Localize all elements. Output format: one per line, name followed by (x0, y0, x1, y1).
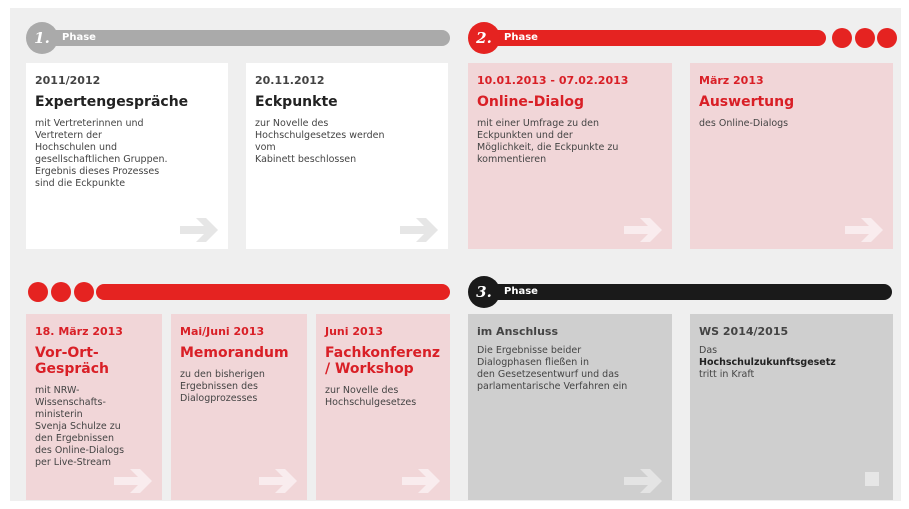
card-fachkonferenz: Juni 2013 Fachkonferenz / Workshop zur N… (316, 314, 450, 500)
phase-2-label: Phase (504, 32, 538, 43)
phase-2-dot (832, 28, 852, 48)
arrow-right-icon (402, 469, 440, 493)
card-text: mit NRW- Wissenschafts- ministerin Svenj… (35, 385, 125, 468)
card-title: Fachkonferenz / Workshop (325, 345, 441, 377)
card-memorandum: Mai/Juni 2013 Memorandum zu den bisherig… (171, 314, 307, 500)
card-date: WS 2014/2015 (699, 325, 789, 338)
phase-2-dot (855, 28, 875, 48)
card-text: des Online-Dialogs (699, 118, 789, 129)
end-square-icon (865, 472, 879, 486)
arrow-right-icon (180, 218, 218, 242)
card-text-after: tritt in Kraft (699, 369, 755, 380)
continuation-dot (51, 282, 71, 302)
card-text: zur Novelle des Hochschulgesetzes (325, 385, 417, 408)
phase-2-continuation-bar (96, 284, 450, 300)
card-online-dialog: 10.01.2013 - 07.02.2013 Online-Dialog mi… (468, 63, 672, 249)
card-vor-ort-gespraech: 18. März 2013 Vor-Ort- Gespräch mit NRW-… (26, 314, 162, 500)
card-date: März 2013 (699, 74, 764, 87)
card-date: Juni 2013 (325, 325, 383, 338)
arrow-right-icon (624, 469, 662, 493)
arrow-right-icon (259, 469, 297, 493)
phase-3-number: 3. (468, 276, 500, 308)
arrow-right-icon (624, 218, 662, 242)
card-date: 10.01.2013 - 07.02.2013 (477, 74, 629, 87)
card-date: Mai/Juni 2013 (180, 325, 265, 338)
card-text-bold: Hochschulzukunftsgesetz (699, 357, 836, 368)
card-hochschulzukunftsgesetz: WS 2014/2015 Das Hochschulzukunftsgesetz t… (690, 314, 893, 500)
phase-2-number: 2. (468, 22, 500, 54)
card-text: Das Hochschulzukunftsgesetz tritt in Kraft (699, 345, 884, 381)
timeline-canvas: 1. Phase 2. Phase 3. Phase 2011/2012 Exp… (10, 8, 901, 501)
phase-3-label: Phase (504, 286, 538, 297)
card-text: zu den bisherigen Ergebnissen des Dialog… (180, 369, 265, 404)
card-date: 20.11.2012 (255, 74, 325, 87)
phase-1-number: 1. (26, 22, 58, 54)
card-title: Expertengespräche (35, 94, 189, 110)
phase-2-dot (877, 28, 897, 48)
card-title: Online-Dialog (477, 94, 585, 110)
arrow-right-icon (114, 469, 152, 493)
card-text: mit Vertreterinnen und Vertretern der Ho… (35, 118, 168, 189)
card-im-anschluss: im Anschluss Die Ergebnisse beider Dialo… (468, 314, 672, 500)
arrow-right-icon (845, 218, 883, 242)
card-title: Memorandum (180, 345, 289, 361)
card-title: Eckpunkte (255, 94, 338, 110)
card-text: zur Novelle des Hochschulgesetzes werden… (255, 118, 385, 165)
card-date: im Anschluss (477, 325, 559, 338)
card-expertengespraeche: 2011/2012 Expertengespräche mit Vertrete… (26, 63, 228, 249)
arrow-right-icon (400, 218, 438, 242)
continuation-dot (74, 282, 94, 302)
card-auswertung: März 2013 Auswertung des Online-Dialogs (690, 63, 893, 249)
card-title: Vor-Ort- Gespräch (35, 345, 109, 377)
card-date: 2011/2012 (35, 74, 101, 87)
card-title: Auswertung (699, 94, 795, 110)
card-text: Die Ergebnisse beider Dialogphasen fließ… (477, 345, 628, 392)
continuation-dot (28, 282, 48, 302)
card-text-before: Das (699, 345, 718, 356)
phase-1-label: Phase (62, 32, 96, 43)
card-date: 18. März 2013 (35, 325, 123, 338)
card-eckpunkte: 20.11.2012 Eckpunkte zur Novelle des Hoc… (246, 63, 448, 249)
card-text: mit einer Umfrage zu den Eckpunkten und … (477, 118, 619, 165)
